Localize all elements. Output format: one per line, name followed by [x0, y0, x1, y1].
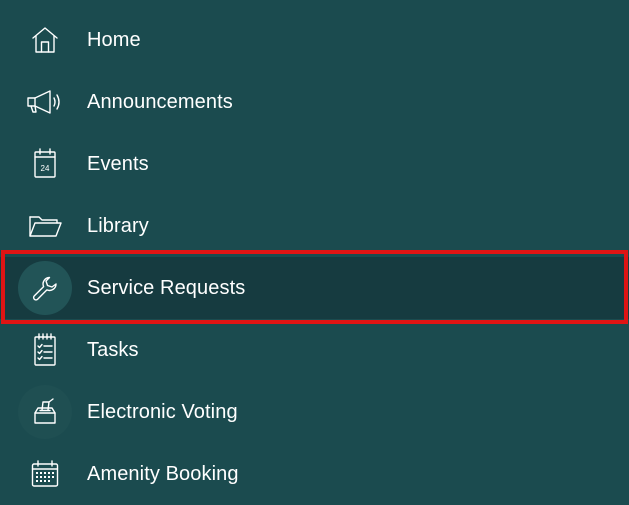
menu-item-library-label: Library	[87, 215, 149, 237]
menu-item-amenity-booking[interactable]: Amenity Booking	[0, 443, 629, 505]
menu-item-electronic-voting-label: Electronic Voting	[87, 401, 238, 423]
menu-item-electronic-voting[interactable]: Electronic Voting	[0, 381, 629, 443]
menu-item-home[interactable]: Home	[0, 9, 629, 71]
folder-icon	[18, 199, 72, 253]
calendar-day-number: 24	[41, 164, 50, 173]
megaphone-icon	[18, 75, 72, 129]
menu-item-library[interactable]: Library	[0, 195, 629, 257]
sidebar-menu: Home Announcements 24 Events Library Ser…	[0, 0, 629, 501]
menu-item-announcements-label: Announcements	[87, 91, 233, 113]
menu-item-events[interactable]: 24 Events	[0, 133, 629, 195]
menu-item-announcements[interactable]: Announcements	[0, 71, 629, 133]
menu-item-tasks[interactable]: Tasks	[0, 319, 629, 381]
home-icon	[18, 13, 72, 67]
calendar-day-icon: 24	[18, 137, 72, 191]
menu-item-amenity-booking-label: Amenity Booking	[87, 463, 239, 485]
wrench-icon	[18, 261, 72, 315]
menu-item-tasks-label: Tasks	[87, 339, 139, 361]
menu-item-home-label: Home	[87, 29, 141, 51]
ballot-box-icon	[18, 385, 72, 439]
checklist-icon	[18, 323, 72, 377]
menu-item-service-requests[interactable]: Service Requests	[0, 257, 629, 319]
calendar-grid-icon	[18, 447, 72, 501]
menu-item-service-requests-label: Service Requests	[87, 277, 246, 299]
menu-item-events-label: Events	[87, 153, 149, 175]
